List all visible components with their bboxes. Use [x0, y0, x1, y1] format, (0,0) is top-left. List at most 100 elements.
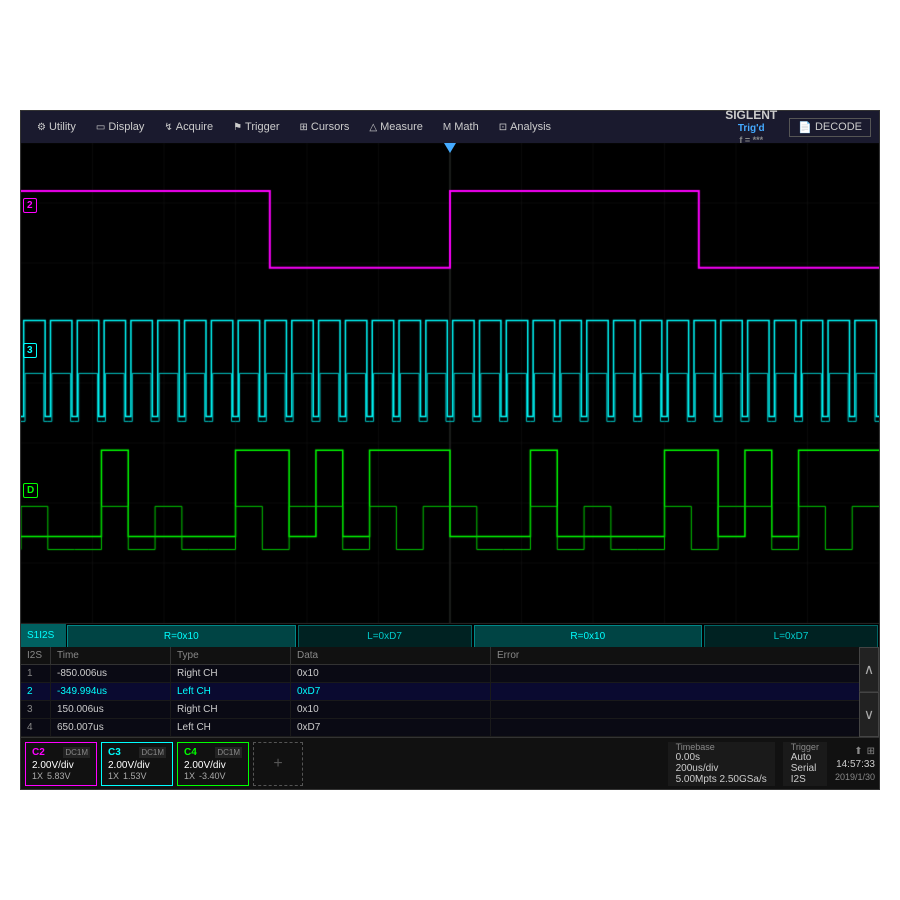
row3-index: 3: [21, 701, 51, 718]
ch2-value: 5.83V: [47, 771, 71, 781]
math-placeholder: +: [253, 742, 303, 786]
analysis-icon: ⊡: [499, 122, 507, 133]
row3-data: 0x10: [291, 701, 491, 718]
row1-type: Right CH: [171, 665, 291, 682]
right-status: ⬆ ⊞ 14:57:33 2019/1/30: [835, 746, 875, 782]
ch4-volts: 2.00V/div: [184, 760, 242, 771]
table-row[interactable]: 3 150.006us Right CH 0x10: [21, 701, 879, 719]
measure-menu[interactable]: △ Measure: [361, 119, 431, 135]
table-row[interactable]: 4 650.007us Left CH 0xD7: [21, 719, 879, 737]
row2-error: [491, 683, 879, 700]
decode-protocol-label: S1I2S: [21, 624, 66, 647]
display-menu[interactable]: ▭ Display: [88, 119, 153, 135]
timebase-label: Timebase: [676, 742, 767, 752]
ch4-value: -3.40V: [199, 771, 226, 781]
ch3-probe: 1X: [108, 771, 119, 781]
utility-icon: ⚙: [37, 122, 46, 133]
ch3-status[interactable]: C3 DC1M 2.00V/div 1X 1.53V: [101, 742, 173, 786]
row3-time: 150.006us: [51, 701, 171, 718]
col-type: Type: [171, 647, 291, 664]
row4-error: [491, 719, 879, 736]
ch3-volts: 2.00V/div: [108, 760, 166, 771]
row4-type: Left CH: [171, 719, 291, 736]
plus-icon: +: [273, 755, 282, 773]
display-icon: ▭: [96, 122, 105, 133]
decode-seg-1: R=0x10: [67, 625, 296, 647]
ch4-probe: 1X: [184, 771, 195, 781]
row2-time: -349.994us: [51, 683, 171, 700]
decode-seg-2: L=0xD7: [298, 625, 472, 647]
ch2-status[interactable]: C2 DC1M 2.00V/div 1X 5.83V: [25, 742, 97, 786]
trigger-menu[interactable]: ⚑ Trigger: [225, 119, 287, 135]
cursors-menu[interactable]: ⊞ Cursors: [291, 119, 357, 135]
brand-logo: SIGLENT Trig'd f = ***: [725, 108, 777, 145]
status-bar: C2 DC1M 2.00V/div 1X 5.83V C3 DC1M 2.00V…: [21, 737, 879, 789]
ch3-marker: 3: [23, 343, 37, 358]
usb-icon: ⬆: [854, 746, 862, 757]
ch4-status[interactable]: C4 DC1M 2.00V/div 1X -3.40V: [177, 742, 249, 786]
trigger-info: Trigger Auto Serial I2S: [783, 742, 827, 786]
row2-index: 2: [21, 683, 51, 700]
timebase-delay: 0.00s: [676, 752, 767, 763]
table-row[interactable]: 1 -850.006us Right CH 0x10: [21, 665, 879, 683]
col-time: Time: [51, 647, 171, 664]
row1-error: [491, 665, 879, 682]
decode-seg-4: L=0xD7: [704, 625, 878, 647]
ch2-label: C2: [32, 747, 45, 758]
col-data: Data: [291, 647, 491, 664]
decode-segments: R=0x10 L=0xD7 R=0x10 L=0xD7: [66, 624, 879, 647]
ch4-coupling: DC1M: [215, 747, 242, 758]
math-icon: M: [443, 122, 451, 133]
ch4-marker: D: [23, 483, 38, 498]
menu-bar: ⚙ Utility ▭ Display ↯ Acquire ⚑ Trigger …: [21, 111, 879, 143]
ch2-volts: 2.00V/div: [32, 760, 90, 771]
ch2-marker: 2: [23, 198, 37, 213]
ch2-coupling: DC1M: [63, 747, 90, 758]
trigger-protocol: I2S: [791, 774, 819, 785]
ch4-label: C4: [184, 747, 197, 758]
row1-index: 1: [21, 665, 51, 682]
row4-time: 650.007us: [51, 719, 171, 736]
decode-seg-3: R=0x10: [474, 625, 703, 647]
row1-time: -850.006us: [51, 665, 171, 682]
ch2-probe: 1X: [32, 771, 43, 781]
math-menu[interactable]: M Math: [435, 119, 487, 135]
row4-data: 0xD7: [291, 719, 491, 736]
clock-time: 14:57:33: [836, 759, 875, 770]
table-row[interactable]: 2 -349.994us Left CH 0xD7: [21, 683, 879, 701]
table-header: I2S Time Type Data Error: [21, 647, 879, 665]
clock-date: 2019/1/30: [835, 772, 875, 782]
timebase-scale: 200us/div: [676, 763, 767, 774]
decode-bar: S1I2S R=0x10 L=0xD7 R=0x10 L=0xD7: [21, 623, 879, 647]
timebase-info: Timebase 0.00s 200us/div 5.00Mpts 2.50GS…: [668, 742, 775, 786]
row2-data: 0xD7: [291, 683, 491, 700]
ch3-coupling: DC1M: [139, 747, 166, 758]
document-icon: 📄: [798, 121, 812, 134]
scroll-up-button[interactable]: ∧: [859, 647, 879, 692]
trigger-mode: Auto: [791, 752, 819, 763]
ch3-label: C3: [108, 747, 121, 758]
acquire-menu[interactable]: ↯ Acquire: [156, 119, 221, 135]
data-table: I2S Time Type Data Error 1 -850.006us Ri…: [21, 647, 879, 737]
row3-type: Right CH: [171, 701, 291, 718]
trigger-type: Serial: [791, 763, 819, 774]
ch3-value: 1.53V: [123, 771, 147, 781]
col-index: I2S: [21, 647, 51, 664]
timebase-samples: 5.00Mpts 2.50GSa/s: [676, 774, 767, 785]
waveform-area: 2 3 D: [21, 143, 879, 623]
col-error: Error: [491, 647, 879, 664]
utility-menu[interactable]: ⚙ Utility: [29, 119, 84, 135]
analysis-menu[interactable]: ⊡ Analysis: [491, 119, 559, 135]
decode-button[interactable]: 📄 DECODE: [789, 118, 871, 137]
trigger-label: Trigger: [791, 742, 819, 752]
cursors-icon: ⊞: [299, 122, 307, 133]
scroll-down-button[interactable]: ∨: [859, 692, 879, 737]
row2-type: Left CH: [171, 683, 291, 700]
trigger-icon: ⚑: [233, 122, 242, 133]
row4-index: 4: [21, 719, 51, 736]
measure-icon: △: [369, 122, 377, 133]
network-icon: ⊞: [867, 746, 875, 757]
row3-error: [491, 701, 879, 718]
trigger-arrow: [444, 143, 456, 153]
row1-data: 0x10: [291, 665, 491, 682]
